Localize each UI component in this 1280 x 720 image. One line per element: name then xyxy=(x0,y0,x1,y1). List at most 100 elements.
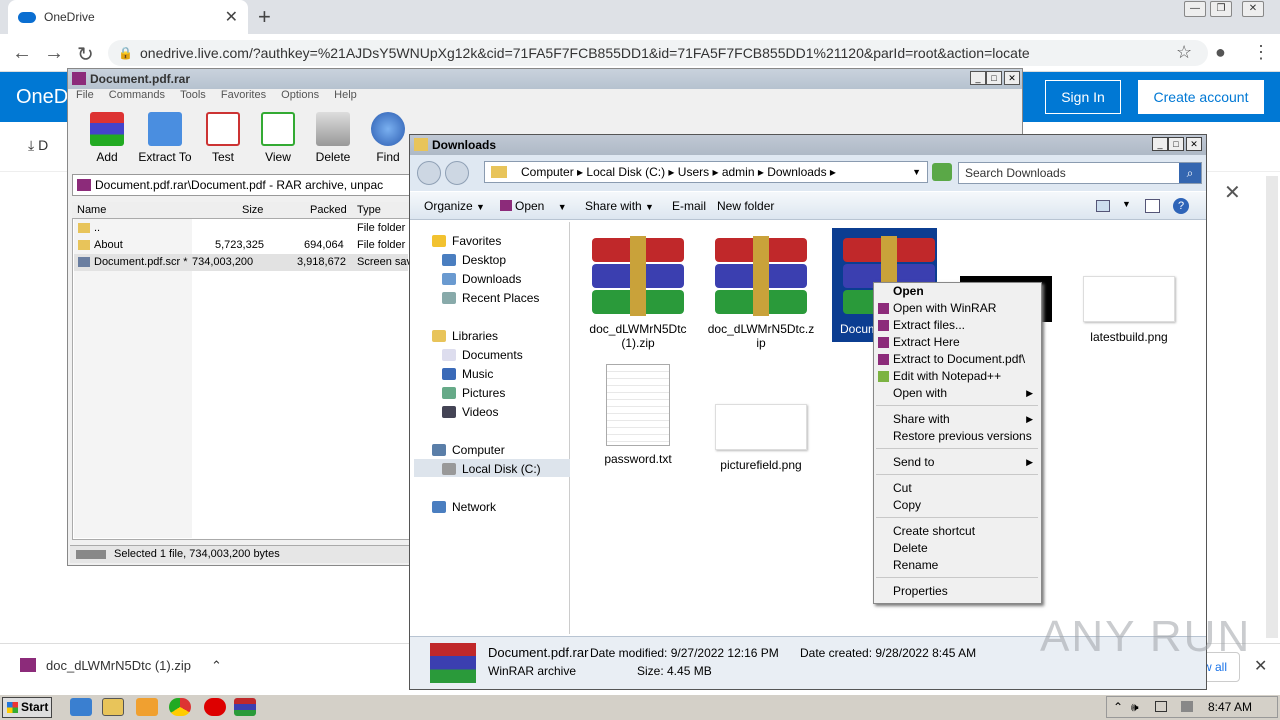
preview-pane-icon[interactable] xyxy=(1145,199,1160,213)
menu-item-copy[interactable]: Copy xyxy=(874,497,1041,514)
menu-item-extract-to[interactable]: Extract to Document.pdf\ xyxy=(874,351,1041,368)
file-item[interactable]: latestbuild.png xyxy=(1074,276,1184,344)
email-button[interactable]: E-mail xyxy=(672,199,706,213)
nav-local-disk[interactable]: Local Disk (C:) xyxy=(442,462,541,476)
menu-favorites[interactable]: Favorites xyxy=(221,89,266,101)
menu-item-open-with-winrar[interactable]: Open with WinRAR xyxy=(874,300,1041,317)
new-tab-icon[interactable]: + xyxy=(258,4,271,30)
menu-tools[interactable]: Tools xyxy=(180,89,206,101)
explorer-minimize-icon[interactable]: _ xyxy=(1152,137,1168,151)
crumb-users[interactable]: Users xyxy=(678,165,709,179)
extract-to-button[interactable]: Extract To xyxy=(135,112,195,164)
explorer-maximize-icon[interactable]: □ xyxy=(1168,137,1184,151)
test-button[interactable]: Test xyxy=(193,112,253,164)
nav-music[interactable]: Music xyxy=(442,367,493,381)
menu-item-open[interactable]: Open xyxy=(874,283,1041,300)
menu-item-cut[interactable]: Cut xyxy=(874,480,1041,497)
nav-videos[interactable]: Videos xyxy=(442,405,498,419)
menu-item-open-with[interactable]: Open with ▶ xyxy=(874,385,1041,402)
chevron-up-icon[interactable]: ⌃ xyxy=(211,658,222,673)
menu-item-create-shortcut[interactable]: Create shortcut xyxy=(874,523,1041,540)
breadcrumb[interactable]: Computer ▸ Local Disk (C:) ▸ Users ▸ adm… xyxy=(484,161,928,183)
nav-computer[interactable]: Computer xyxy=(432,443,505,457)
clock[interactable]: 8:47 AM xyxy=(1208,700,1252,714)
file-item[interactable]: doc_dLWMrN5Dtc (1).zip xyxy=(583,236,693,350)
menu-item-restore-versions[interactable]: Restore previous versions xyxy=(874,428,1041,445)
menu-item-delete[interactable]: Delete xyxy=(874,540,1041,557)
nav-downloads[interactable]: Downloads xyxy=(442,272,521,286)
crumb-downloads[interactable]: Downloads xyxy=(767,165,826,179)
search-icon[interactable]: ⌕ xyxy=(1179,163,1201,183)
list-item[interactable]: .. File folder xyxy=(74,220,408,237)
winrar-minimize-icon[interactable]: _ xyxy=(970,71,986,85)
menu-item-extract-files[interactable]: Extract files... xyxy=(874,317,1041,334)
reload-icon[interactable]: ↻ xyxy=(77,42,94,67)
col-size[interactable]: Size xyxy=(242,204,263,216)
help-icon[interactable]: ? xyxy=(1173,198,1189,214)
close-tab-icon[interactable]: ✕ xyxy=(225,7,238,27)
menu-commands[interactable]: Commands xyxy=(109,89,165,101)
nav-pictures[interactable]: Pictures xyxy=(442,386,505,400)
menu-item-share-with[interactable]: Share with ▶ xyxy=(874,411,1041,428)
open-menu[interactable]: Open ▼ xyxy=(500,199,567,213)
menu-help[interactable]: Help xyxy=(334,89,357,101)
sign-in-button[interactable]: Sign In xyxy=(1045,80,1121,114)
forward-icon[interactable] xyxy=(445,161,469,185)
search-input[interactable]: Search Downloads ⌕ xyxy=(958,162,1202,184)
menu-file[interactable]: File xyxy=(76,89,94,101)
delete-button[interactable]: Delete xyxy=(303,112,363,164)
action-center-icon[interactable] xyxy=(1181,701,1193,712)
nav-network[interactable]: Network xyxy=(432,500,496,514)
file-item[interactable]: doc_dLWMrN5Dtc.z ip xyxy=(706,236,816,350)
menu-item-properties[interactable]: Properties xyxy=(874,583,1041,600)
explorer-titlebar[interactable]: Downloads xyxy=(410,135,1206,155)
nav-recent-places[interactable]: Recent Places xyxy=(442,291,539,305)
winrar-close-icon[interactable]: ✕ xyxy=(1004,71,1020,85)
add-button[interactable]: Add xyxy=(77,112,137,164)
view-button[interactable]: View xyxy=(248,112,308,164)
minimize-icon[interactable]: — xyxy=(1184,1,1206,17)
file-item[interactable]: password.txt xyxy=(583,364,693,466)
view-dropdown-icon[interactable]: ▼ xyxy=(1122,199,1131,209)
download-item[interactable]: doc_dLWMrN5Dtc (1).zip ⌃ xyxy=(20,658,222,674)
nav-favorites[interactable]: Favorites xyxy=(432,234,501,248)
explorer-taskbar-icon[interactable] xyxy=(102,698,124,716)
winrar-path-field[interactable]: Document.pdf.rar\Document.pdf - RAR arch… xyxy=(72,174,412,196)
menu-item-send-to[interactable]: Send to ▶ xyxy=(874,454,1041,471)
network-icon[interactable] xyxy=(1155,701,1167,712)
col-type[interactable]: Type xyxy=(357,204,381,216)
nav-libraries[interactable]: Libraries xyxy=(432,329,498,343)
tray-expand-icon[interactable]: ⌃ xyxy=(1113,697,1123,717)
start-button[interactable]: Start xyxy=(2,697,52,718)
close-shelf-icon[interactable]: ✕ xyxy=(1254,656,1267,676)
history-dropdown-icon[interactable]: ▼ xyxy=(912,162,921,182)
download-button[interactable]: ⤓ D xyxy=(28,137,48,154)
crumb-computer[interactable]: Computer xyxy=(521,165,574,179)
menu-item-extract-here[interactable]: Extract Here xyxy=(874,334,1041,351)
nav-documents[interactable]: Documents xyxy=(442,348,523,362)
media-player-icon[interactable] xyxy=(136,698,158,716)
organize-menu[interactable]: Organize ▼ xyxy=(424,199,485,213)
close-window-icon[interactable]: ✕ xyxy=(1242,1,1264,17)
restore-icon[interactable]: ❐ xyxy=(1210,1,1232,17)
file-item[interactable]: picturefield.png xyxy=(706,404,816,472)
winrar-maximize-icon[interactable]: □ xyxy=(986,71,1002,85)
bookmark-star-icon[interactable]: ☆ xyxy=(1176,42,1192,63)
back-icon[interactable] xyxy=(417,161,441,185)
opera-icon[interactable] xyxy=(204,698,226,716)
create-account-button[interactable]: Create account xyxy=(1138,80,1264,114)
list-item[interactable]: Document.pdf.scr * 734,003,200 3,918,672… xyxy=(74,254,412,271)
menu-options[interactable]: Options xyxy=(281,89,319,101)
view-options-icon[interactable] xyxy=(1096,200,1110,212)
list-item[interactable]: About 5,723,325 694,064 File folder xyxy=(74,237,408,254)
share-with-menu[interactable]: Share with ▼ xyxy=(585,199,654,213)
menu-dots-icon[interactable]: ⋮ xyxy=(1252,42,1270,63)
refresh-icon[interactable] xyxy=(932,163,952,181)
menu-item-edit-notepad[interactable]: Edit with Notepad++ xyxy=(874,368,1041,385)
browser-tab[interactable]: OneDrive ✕ xyxy=(8,0,248,34)
col-name[interactable]: Name xyxy=(77,204,106,216)
profile-icon[interactable]: ● xyxy=(1215,42,1226,63)
forward-icon[interactable]: → xyxy=(44,42,64,65)
winrar-titlebar[interactable]: Document.pdf.rar xyxy=(68,69,1022,89)
crumb-local-disk[interactable]: Local Disk (C:) xyxy=(586,165,665,179)
